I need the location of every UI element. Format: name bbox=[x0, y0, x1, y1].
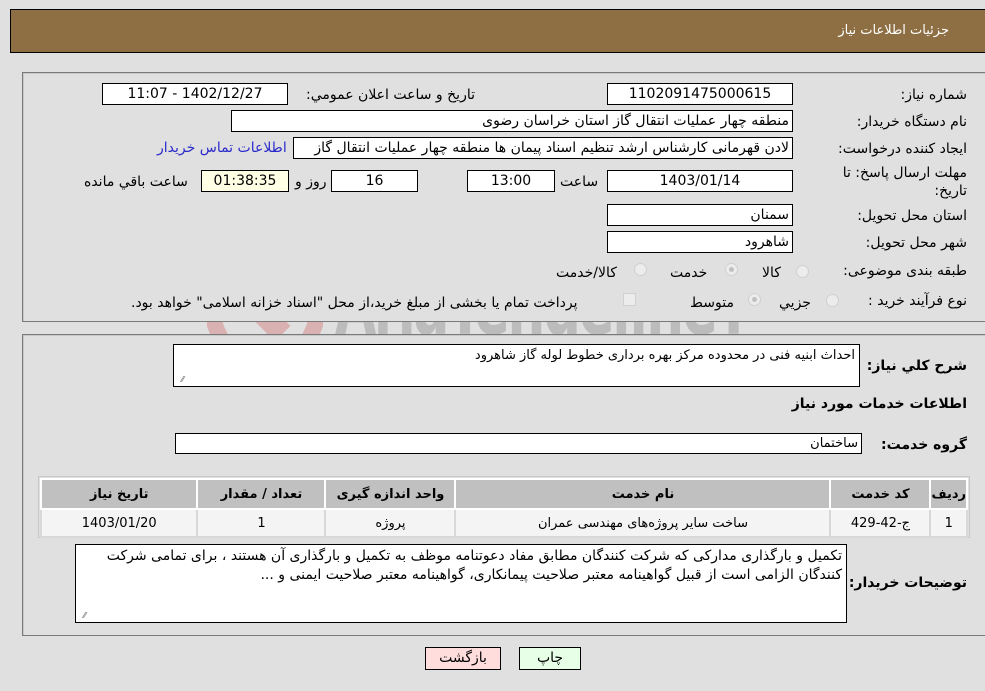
days-remaining-field: 16 bbox=[331, 170, 418, 192]
service-group-field: ساختمان bbox=[175, 433, 862, 454]
back-button[interactable]: بازگشت bbox=[425, 647, 501, 670]
process-type-label: نوع فرآیند خرید : bbox=[868, 293, 967, 309]
announce-date-field: 1402/12/27 - 11:07 bbox=[102, 83, 288, 105]
resize-grip-icon[interactable]: ⁄⁄ bbox=[176, 376, 184, 384]
deadline-time-label: ساعت bbox=[560, 174, 599, 190]
col-header-need-date: تاریخ نیاز bbox=[39, 478, 199, 510]
buyer-notes-textarea[interactable]: تکمیل و بارگذاری مدارکی که شرکت کنندگان … bbox=[75, 544, 847, 623]
province-field: سمنان bbox=[607, 204, 793, 226]
buyer-org-field: منطقه چهار عملیات انتقال گاز استان خراسا… bbox=[231, 110, 793, 132]
process-option-medium: متوسط bbox=[690, 295, 734, 311]
table-header-row: ردیف کد خدمت نام خدمت واحد اندازه گیری ت… bbox=[39, 478, 968, 510]
category-option-service: خدمت bbox=[670, 265, 708, 281]
deadline-label-date: تاریخ: bbox=[934, 183, 967, 199]
category-radio-service[interactable] bbox=[725, 263, 738, 276]
process-option-minor: جزیي bbox=[779, 295, 811, 311]
buyer-contact-link[interactable]: اطلاعات تماس خریدار bbox=[157, 140, 287, 156]
need-number-label: شماره نیاز: bbox=[900, 87, 968, 103]
print-button[interactable]: چاپ bbox=[519, 647, 581, 670]
cell-need-date: 1403/01/20 bbox=[39, 508, 199, 538]
buyer-org-label: نام دستگاه خریدار: bbox=[856, 114, 967, 130]
deadline-date-field: 1403/01/14 bbox=[607, 170, 793, 192]
deadline-label: مهلت ارسال پاسخ: تا bbox=[842, 165, 967, 181]
treasury-note: پرداخت تمام یا بخشی از مبلغ خرید،از محل … bbox=[131, 295, 578, 311]
cell-row-number: 1 bbox=[929, 508, 968, 538]
category-option-goods: کالا bbox=[762, 265, 781, 281]
process-radio-medium[interactable] bbox=[748, 293, 761, 306]
buyer-notes-text: تکمیل و بارگذاری مدارکی که شرکت کنندگان … bbox=[106, 548, 842, 583]
province-label: استان محل تحویل: bbox=[857, 208, 967, 224]
description-text: احداث ابنیه فنی در محدوده مرکز بهره بردا… bbox=[474, 348, 855, 363]
category-radio-goods[interactable] bbox=[796, 265, 809, 278]
city-label: شهر محل تحویل: bbox=[865, 235, 967, 251]
service-group-label: گروه خدمت: bbox=[881, 437, 967, 453]
city-field: شاهرود bbox=[607, 231, 793, 253]
need-number-field: 1102091475000615 bbox=[607, 83, 793, 105]
process-radio-minor[interactable] bbox=[826, 294, 839, 307]
category-label: طبقه بندی موضوعی: bbox=[843, 263, 967, 279]
services-table: ردیف کد خدمت نام خدمت واحد اندازه گیری ت… bbox=[39, 478, 968, 538]
description-label: شرح کلي نیاز: bbox=[866, 358, 967, 374]
col-header-quantity: تعداد / مقدار bbox=[196, 478, 327, 510]
category-option-goods-service: کالا/خدمت bbox=[556, 265, 617, 281]
treasury-checkbox[interactable] bbox=[623, 293, 636, 306]
page-title: جزئیات اطلاعات نیاز bbox=[838, 23, 949, 38]
col-header-row-number: ردیف bbox=[929, 478, 968, 510]
col-header-service-code: کد خدمت bbox=[829, 478, 932, 510]
cell-service-name: ساخت سایر پروژه‌های مهندسی عمران bbox=[454, 508, 832, 538]
deadline-time-field: 13:00 bbox=[467, 170, 555, 192]
resize-grip-icon[interactable]: ⁄⁄ bbox=[78, 612, 86, 620]
creator-field: لادن قهرمانی کارشناس ارشد تنظیم اسناد پی… bbox=[293, 137, 793, 159]
time-remaining-field: 01:38:35 bbox=[201, 170, 289, 192]
buyer-notes-label: توضیحات خریدار: bbox=[848, 575, 967, 591]
cell-service-code: ج-42-429 bbox=[829, 508, 932, 538]
time-remaining-label: ساعت باقي مانده bbox=[84, 174, 188, 190]
cell-unit: پروژه bbox=[324, 508, 457, 538]
description-textarea[interactable]: احداث ابنیه فنی در محدوده مرکز بهره بردا… bbox=[173, 344, 860, 387]
creator-label: ایجاد کننده درخواست: bbox=[838, 141, 967, 157]
col-header-unit: واحد اندازه گیری bbox=[324, 478, 457, 510]
category-radio-goods-service[interactable] bbox=[634, 263, 647, 276]
cell-quantity: 1 bbox=[196, 508, 327, 538]
col-header-service-name: نام خدمت bbox=[454, 478, 832, 510]
page-header: جزئیات اطلاعات نیاز bbox=[10, 9, 985, 53]
days-label: روز و bbox=[295, 174, 327, 190]
table-row: 1 ج-42-429 ساخت سایر پروژه‌های مهندسی عم… bbox=[39, 508, 968, 538]
services-section-title: اطلاعات خدمات مورد نیاز bbox=[791, 396, 967, 412]
announce-date-label: تاریخ و ساعت اعلان عمومي: bbox=[306, 87, 475, 103]
